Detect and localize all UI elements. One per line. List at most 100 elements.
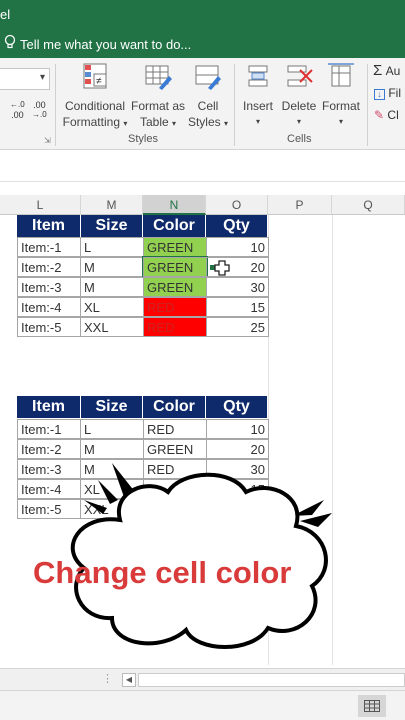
table2-cell-item[interactable]: Item:-4 xyxy=(17,479,81,499)
table1-header-item[interactable]: Item xyxy=(17,215,81,237)
insert-button[interactable]: Insert ▾ xyxy=(238,62,278,130)
tell-me-input[interactable]: Tell me what you want to do... xyxy=(20,37,191,52)
table1-header-size[interactable]: Size xyxy=(81,215,143,237)
table1-cell-color[interactable]: RED xyxy=(143,317,207,337)
table2-cell-color[interactable]: RED xyxy=(143,459,207,479)
fill-down-icon: ↓ xyxy=(374,89,385,100)
table1-cell-item[interactable]: Item:-1 xyxy=(17,237,81,257)
table1-header-qty[interactable]: Qty xyxy=(206,215,268,237)
table1-cell-color[interactable]: GREEN xyxy=(143,237,207,257)
delete-cells-icon xyxy=(287,65,313,87)
table1-cell-qty[interactable]: 15 xyxy=(206,297,269,317)
table2-cell-color[interactable] xyxy=(143,499,207,519)
table1-cell-item[interactable]: Item:-3 xyxy=(17,277,81,297)
table2-header-item[interactable]: Item xyxy=(17,396,81,418)
lightbulb-icon xyxy=(4,34,16,49)
column-header-N[interactable]: N xyxy=(143,195,206,215)
conditional-formatting-button[interactable]: ≠ Conditional Formatting ▾ xyxy=(62,62,128,132)
autosum-button[interactable]: Σ Au xyxy=(373,62,400,79)
table2-cell-size[interactable]: XL xyxy=(80,479,144,499)
fill-handle-cursor-icon xyxy=(210,260,230,276)
overlay-caption: Change cell color xyxy=(33,555,292,590)
cells-group-label: Cells xyxy=(287,133,312,145)
gridline xyxy=(332,215,333,665)
table1-cell-item[interactable]: Item:-4 xyxy=(17,297,81,317)
table2-cell-size[interactable]: M xyxy=(80,459,144,479)
table1-cell-size[interactable]: XXL xyxy=(80,317,144,337)
cell-styles-button[interactable]: Cell Styles ▾ xyxy=(186,62,230,132)
column-header-L[interactable]: L xyxy=(0,195,81,215)
table2-cell-item[interactable]: Item:-2 xyxy=(17,439,81,459)
insert-cells-icon xyxy=(248,65,268,87)
tell-me-bar[interactable]: Tell me what you want to do... xyxy=(0,28,405,58)
table2-header-qty[interactable]: Qty xyxy=(206,396,268,418)
format-cells-icon xyxy=(328,63,354,87)
table1-cell-item[interactable]: Item:-5 xyxy=(17,317,81,337)
column-header-O[interactable]: O xyxy=(206,195,268,215)
format-as-table-button[interactable]: Format as Table ▾ xyxy=(130,62,186,132)
table2-cell-qty[interactable]: 10 xyxy=(206,419,269,439)
table2-cell-size[interactable]: M xyxy=(80,439,144,459)
worksheet-grid[interactable]: Item Size Color Qty Item:-1 L GREEN 10 I… xyxy=(0,215,405,665)
ribbon-separator xyxy=(55,64,56,146)
cell-styles-icon xyxy=(195,65,221,90)
title-bar: el xyxy=(0,0,405,28)
sigma-icon: Σ xyxy=(373,62,383,79)
grid-view-icon xyxy=(364,700,380,712)
horizontal-scrollbar[interactable] xyxy=(138,673,405,687)
table1-cell-color[interactable]: RED xyxy=(143,297,207,317)
dialog-launcher-icon[interactable]: ⇲ xyxy=(44,136,51,145)
decrease-decimal-button[interactable]: .00 →.0 xyxy=(32,100,47,120)
table1-cell-size[interactable]: L xyxy=(80,237,144,257)
table2-cell-item[interactable]: Item:-5 xyxy=(17,499,81,519)
table1-cell-qty[interactable]: 10 xyxy=(206,237,269,257)
table2-header-color[interactable]: Color xyxy=(143,396,206,418)
styles-group-label: Styles xyxy=(128,133,158,145)
eraser-icon: ✎ xyxy=(374,108,385,122)
table1-cell-size[interactable]: XL xyxy=(80,297,144,317)
conditional-formatting-icon: ≠ xyxy=(83,63,107,89)
table2-cell-color[interactable] xyxy=(143,479,207,499)
scroll-left-button[interactable]: ◀ xyxy=(122,673,136,687)
increase-decimal-button[interactable]: ←.0 .00 xyxy=(10,100,25,120)
table2-cell-item[interactable]: Item:-3 xyxy=(17,459,81,479)
table2-cell-qty[interactable]: 30 xyxy=(206,459,269,479)
formula-bar[interactable] xyxy=(0,160,405,182)
table1-header-color[interactable]: Color xyxy=(143,215,206,237)
table2-cell-qty[interactable]: 20 xyxy=(206,439,269,459)
table1-cell-color[interactable]: GREEN xyxy=(143,277,207,297)
table2-cell-color[interactable]: RED xyxy=(143,419,207,439)
ribbon-separator xyxy=(234,64,235,146)
column-header-Q[interactable]: Q xyxy=(332,195,405,215)
number-format-combo[interactable]: ▾ xyxy=(0,68,50,90)
table1-cell-size[interactable]: M xyxy=(80,257,144,277)
ribbon-separator xyxy=(367,64,368,146)
column-header-P[interactable]: P xyxy=(268,195,332,215)
ribbon: ▾ ←.0 .00 .00 →.0 ⇲ ≠ Conditional Format… xyxy=(0,58,405,150)
table1-cell-qty[interactable]: 25 xyxy=(206,317,269,337)
svg-text:≠: ≠ xyxy=(96,76,102,87)
window-title: el xyxy=(0,7,11,22)
chevron-down-icon: ▾ xyxy=(39,72,45,83)
delete-button[interactable]: Delete ▾ xyxy=(280,62,318,130)
table2-cell-size[interactable]: XXL xyxy=(80,499,144,519)
tab-split-handle-icon[interactable]: ⋮ xyxy=(102,672,113,685)
table2-cell-color[interactable]: GREEN xyxy=(143,439,207,459)
ribbon-gap xyxy=(0,150,405,160)
table2-header-size[interactable]: Size xyxy=(81,396,143,418)
format-as-table-icon xyxy=(145,65,172,90)
fill-button[interactable]: ↓ Fil xyxy=(374,86,401,100)
format-button[interactable]: Format ▾ xyxy=(320,62,362,130)
table2-cell-item[interactable]: Item:-1 xyxy=(17,419,81,439)
table1-cell-color-active[interactable]: GREEN xyxy=(142,256,208,278)
sheet-tab-bar: ⋮ ◀ xyxy=(0,668,405,690)
column-header-M[interactable]: M xyxy=(81,195,143,215)
table2-cell-size[interactable]: L xyxy=(80,419,144,439)
normal-view-button[interactable] xyxy=(358,695,386,717)
table1-cell-qty[interactable]: 30 xyxy=(206,277,269,297)
table1-cell-size[interactable]: M xyxy=(80,277,144,297)
table1-cell-item[interactable]: Item:-2 xyxy=(17,257,81,277)
table2-cell-qty[interactable]: 15 xyxy=(206,479,269,499)
clear-button[interactable]: ✎ Cl xyxy=(374,108,399,122)
table2-cell-qty[interactable]: 25 xyxy=(206,499,269,519)
